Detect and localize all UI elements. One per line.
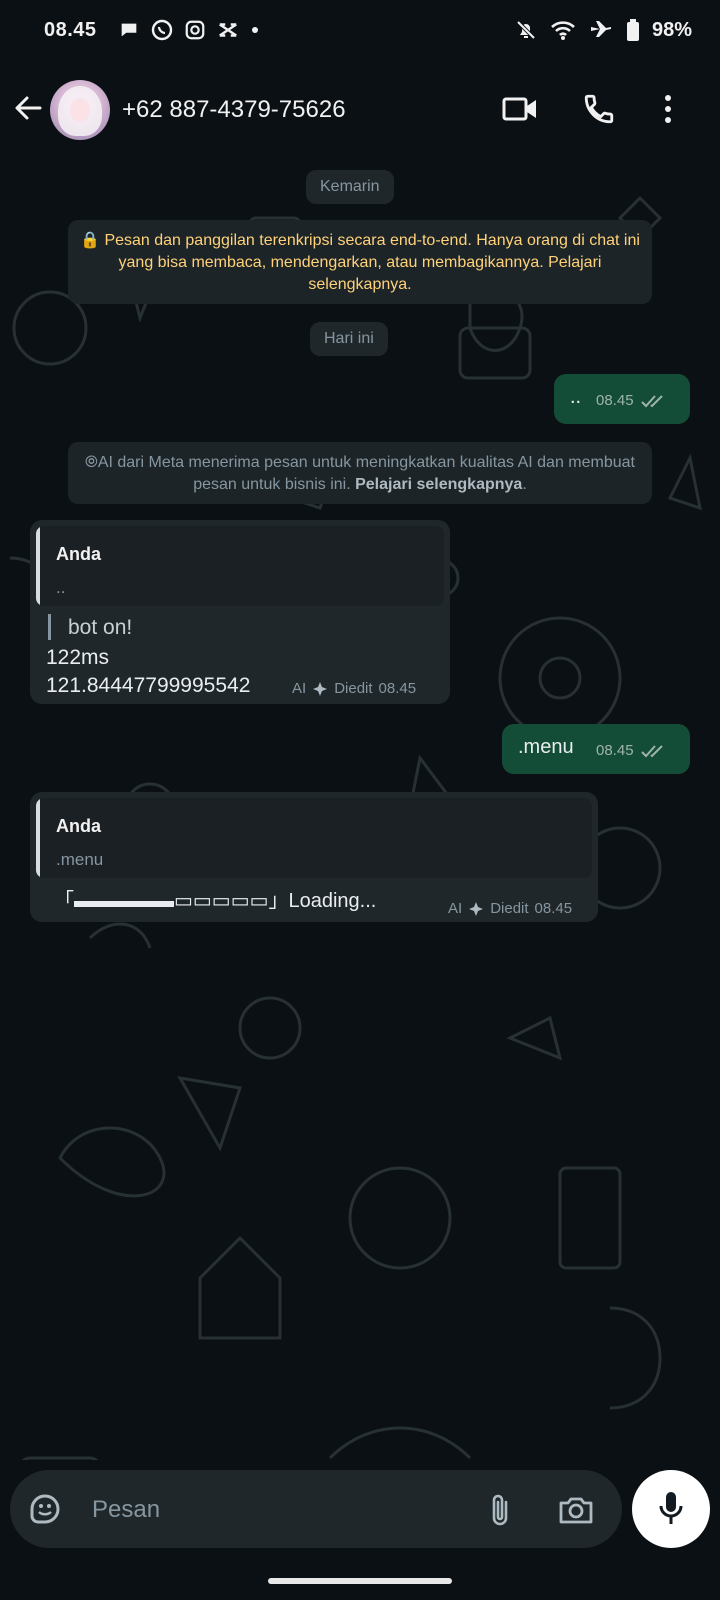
camera-icon[interactable] bbox=[558, 1494, 594, 1526]
whatsapp-icon bbox=[151, 19, 173, 41]
incoming-message[interactable]: Anda .. bot on! 122ms 121.84447799995542… bbox=[30, 520, 450, 704]
inner-quote-bar bbox=[48, 614, 51, 640]
encryption-notice[interactable]: 🔒 Pesan dan panggilan terenkripsi secara… bbox=[68, 220, 652, 304]
quoted-sender: Anda bbox=[56, 544, 101, 564]
ai-label: AI bbox=[292, 680, 307, 697]
chat-area[interactable]: Kemarin 🔒 Pesan dan panggilan terenkrips… bbox=[0, 158, 720, 1460]
capcut-icon bbox=[219, 23, 237, 37]
back-arrow-icon[interactable] bbox=[12, 92, 44, 124]
meta-ai-notice[interactable]: ⦾AI dari Meta menerima pesan untuk menin… bbox=[68, 442, 652, 504]
ai-sparkle-icon bbox=[313, 681, 328, 696]
quoted-message[interactable]: Anda .menu bbox=[36, 798, 592, 878]
video-call-icon[interactable] bbox=[502, 92, 538, 126]
outgoing-message[interactable]: .. 08.45 bbox=[554, 374, 690, 424]
battery-percent: 98% bbox=[651, 18, 692, 41]
reply-line-3: 121.84447799995542 bbox=[46, 674, 251, 697]
edited-label: Diedit bbox=[490, 900, 529, 917]
composer-bar: Pesan bbox=[0, 1460, 720, 1600]
quoted-message[interactable]: Anda .. bbox=[36, 526, 444, 606]
chat-header: +62 887-4379-75626 bbox=[0, 64, 720, 158]
reply-line-2: 122ms bbox=[46, 646, 110, 669]
notification-icons bbox=[118, 18, 260, 42]
outgoing-message[interactable]: .menu 08.45 bbox=[502, 724, 690, 774]
ai-sparkle-icon bbox=[469, 901, 484, 916]
more-notifications-dot bbox=[252, 27, 258, 33]
battery-icon bbox=[626, 19, 639, 41]
reply-line-1: bot on! bbox=[68, 616, 133, 639]
message-time: 08.45 bbox=[596, 392, 634, 409]
status-bar: 08.45 98% bbox=[0, 0, 720, 64]
attachment-clip-icon[interactable] bbox=[488, 1492, 512, 1528]
message-meta: 08.45 bbox=[596, 392, 668, 409]
message-meta: AI Diedit 08.45 bbox=[448, 900, 572, 917]
system-icons: 98% bbox=[514, 18, 692, 42]
date-label-yesterday: Kemarin bbox=[306, 170, 394, 204]
contact-avatar[interactable] bbox=[50, 80, 110, 140]
voice-message-button[interactable] bbox=[632, 1470, 710, 1548]
loading-text: 「▬▬▬▬▬▭▭▭▭▭」Loading... bbox=[54, 890, 377, 912]
incoming-message[interactable]: Anda .menu 「▬▬▬▬▬▭▭▭▭▭」Loading... AI Die… bbox=[30, 792, 598, 922]
home-indicator[interactable] bbox=[268, 1578, 452, 1584]
quoted-sender: Anda bbox=[56, 816, 101, 836]
message-meta: AI Diedit 08.45 bbox=[292, 680, 416, 697]
ai-info-icon: ⦾ bbox=[85, 454, 98, 471]
read-double-check-icon bbox=[640, 394, 663, 407]
read-double-check-icon bbox=[640, 744, 663, 757]
status-time: 08.45 bbox=[44, 19, 97, 41]
message-meta: 08.45 bbox=[596, 742, 668, 759]
contact-name[interactable]: +62 887-4379-75626 bbox=[122, 96, 346, 124]
date-label-today: Hari ini bbox=[310, 322, 388, 356]
instagram-icon bbox=[185, 20, 205, 40]
more-options-icon[interactable] bbox=[656, 92, 680, 126]
message-time: 08.45 bbox=[378, 680, 417, 697]
wifi-icon bbox=[551, 21, 575, 40]
message-input[interactable]: Pesan bbox=[92, 1496, 160, 1524]
bell-off-icon bbox=[516, 20, 536, 40]
chat-bubble-icon bbox=[121, 23, 137, 37]
quoted-text: .. bbox=[56, 578, 66, 597]
edited-label: Diedit bbox=[334, 680, 373, 697]
voice-call-icon[interactable] bbox=[582, 92, 616, 126]
message-time: 08.45 bbox=[534, 900, 573, 917]
message-text: .menu bbox=[518, 736, 574, 758]
message-text: .. bbox=[570, 386, 582, 408]
microphone-icon bbox=[659, 1492, 683, 1524]
ai-label: AI bbox=[448, 900, 463, 917]
quoted-text: .menu bbox=[56, 850, 104, 869]
learn-more-link[interactable]: Pelajari selengkapnya bbox=[355, 476, 522, 493]
message-time: 08.45 bbox=[596, 742, 634, 759]
sticker-icon[interactable] bbox=[28, 1492, 62, 1526]
airplane-mode-icon bbox=[590, 21, 611, 37]
message-input-box[interactable]: Pesan bbox=[10, 1470, 622, 1548]
